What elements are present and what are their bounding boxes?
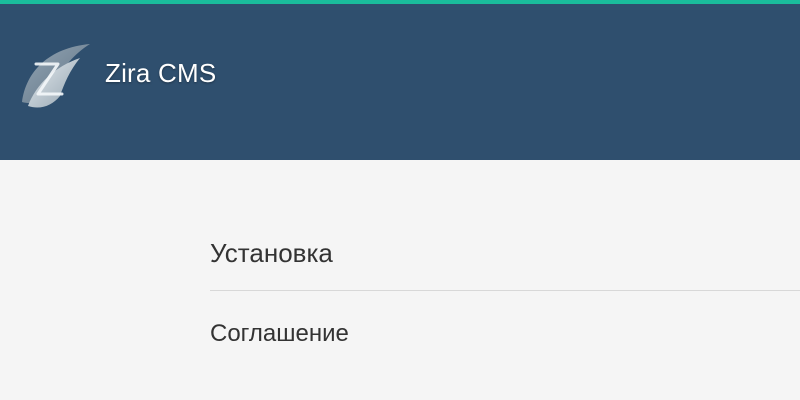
- section-title: Соглашение: [210, 320, 349, 347]
- heading-divider: [210, 290, 800, 291]
- app-title: Zira CMS: [105, 58, 217, 88]
- page-title: Установка: [210, 238, 333, 268]
- zira-logo-icon: [18, 40, 92, 112]
- app-header: Zira CMS: [0, 4, 800, 160]
